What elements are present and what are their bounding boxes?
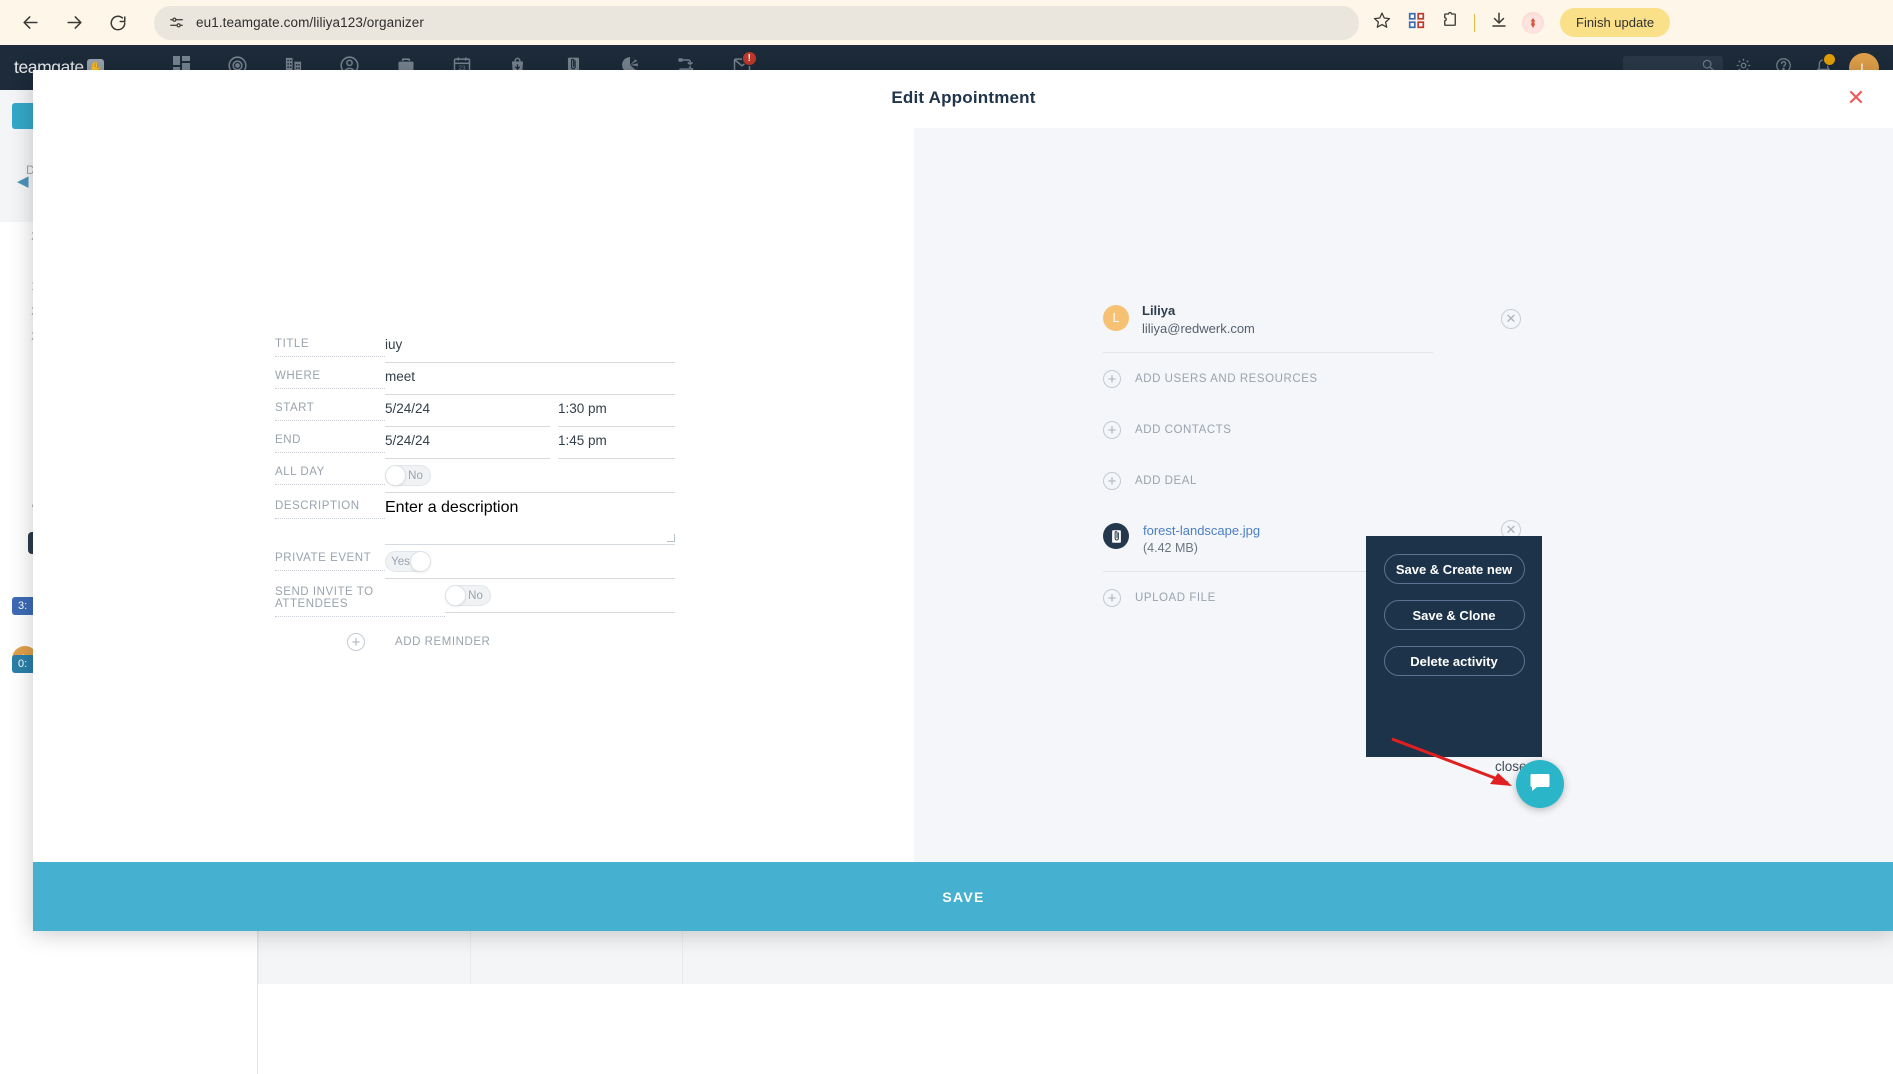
where-label: WHERE — [275, 363, 385, 389]
attendee-row: L Liliya liliya@redwerk.com ✕ — [1103, 303, 1521, 352]
extensions-button[interactable] — [1433, 6, 1467, 40]
field-row-private-event: PRIVATE EVENT Yes — [275, 545, 675, 579]
toggle-knob — [445, 585, 466, 606]
attendee-email: liliya@redwerk.com — [1142, 321, 1255, 336]
download-icon — [1490, 11, 1508, 34]
forward-arrow-icon — [65, 13, 84, 32]
where-value: meet — [385, 369, 416, 384]
add-users-and-resources-button[interactable]: + ADD USERS AND RESOURCES — [1103, 353, 1433, 404]
where-input[interactable]: meet — [385, 363, 675, 395]
add-deal-label: ADD DEAL — [1135, 475, 1197, 487]
plus-circle-icon: + — [1103, 421, 1121, 439]
title-input[interactable]: iuy — [385, 331, 675, 363]
all-day-label: ALL DAY — [275, 459, 385, 485]
private-event-label: PRIVATE EVENT — [275, 545, 385, 571]
field-row-send-invite: SEND INVITE TO ATTENDEES No — [275, 579, 675, 617]
save-and-clone-button[interactable]: Save & Clone — [1383, 600, 1525, 630]
downloads-button[interactable] — [1482, 6, 1516, 40]
add-deal-button[interactable]: + ADD DEAL — [1103, 455, 1433, 506]
upload-file-label: UPLOAD FILE — [1135, 592, 1216, 604]
end-label: END — [275, 427, 385, 453]
start-time-input[interactable]: 1:30 pm — [558, 395, 675, 427]
description-textarea[interactable]: Enter a description — [385, 493, 675, 545]
resize-handle-icon[interactable] — [667, 534, 675, 542]
send-invite-label: SEND INVITE TO ATTENDEES — [275, 579, 445, 617]
modal-body: TITLE iuy WHERE meet START 5/24/24 1:30 — [33, 128, 1893, 862]
add-users-label: ADD USERS AND RESOURCES — [1135, 373, 1318, 385]
add-contacts-label: ADD CONTACTS — [1135, 424, 1232, 436]
field-row-description: DESCRIPTION Enter a description — [275, 493, 675, 545]
start-date-input[interactable]: 5/24/24 — [385, 395, 550, 427]
end-date-input[interactable]: 5/24/24 — [385, 427, 550, 459]
toggle-knob — [385, 465, 406, 486]
background-prev-icon[interactable]: ◀ — [17, 172, 29, 190]
reload-button[interactable] — [100, 5, 136, 41]
close-icon[interactable]: ✕ — [1844, 87, 1868, 111]
modal-header: Edit Appointment ✕ — [33, 70, 1893, 128]
notification-badge — [1823, 53, 1836, 66]
file-attachment-icon — [1103, 523, 1129, 549]
qr-code-icon — [1408, 12, 1425, 34]
attachment-name[interactable]: forest-landscape.jpg — [1143, 523, 1260, 538]
toggle-knob — [410, 551, 431, 572]
plus-circle-icon: + — [347, 633, 365, 651]
reload-icon — [109, 14, 127, 32]
all-day-toggle[interactable]: No — [385, 465, 431, 486]
field-row-end: END 5/24/24 1:45 pm — [275, 427, 675, 459]
plus-circle-icon: + — [1103, 370, 1121, 388]
profile-button[interactable] — [1516, 6, 1550, 40]
avatar: L — [1103, 305, 1129, 331]
plus-circle-icon: + — [1103, 472, 1121, 490]
delete-activity-button[interactable]: Delete activity — [1383, 646, 1525, 676]
save-and-create-new-button[interactable]: Save & Create new — [1383, 554, 1525, 584]
address-bar[interactable]: eu1.teamgate.com/liliya123/organizer — [154, 5, 1359, 40]
back-button[interactable] — [12, 5, 48, 41]
title-label: TITLE — [275, 331, 385, 357]
attendee-name: Liliya — [1142, 303, 1176, 318]
add-reminder-label: ADD REMINDER — [395, 636, 491, 648]
edit-appointment-modal: Edit Appointment ✕ TITLE iuy WHERE meet — [33, 70, 1893, 931]
inbox-badge: ! — [741, 51, 757, 66]
description-placeholder: Enter a description — [385, 499, 519, 516]
end-time-input[interactable]: 1:45 pm — [558, 427, 675, 459]
appointment-form-panel: TITLE iuy WHERE meet START 5/24/24 1:30 — [33, 128, 914, 862]
forward-button[interactable] — [56, 5, 92, 41]
save-label: SAVE — [942, 888, 985, 905]
star-icon — [1373, 11, 1391, 34]
profile-avatar-icon — [1522, 11, 1544, 34]
start-label: START — [275, 395, 385, 421]
site-settings-icon[interactable] — [168, 14, 185, 31]
attachment-size: (4.42 MB) — [1143, 541, 1198, 555]
back-arrow-icon — [21, 13, 40, 32]
url-text: eu1.teamgate.com/liliya123/organizer — [196, 15, 424, 30]
bookmark-button[interactable] — [1365, 6, 1399, 40]
plus-circle-icon: + — [1103, 589, 1121, 607]
appointment-form: TITLE iuy WHERE meet START 5/24/24 1:30 — [275, 331, 675, 651]
field-row-start: START 5/24/24 1:30 pm — [275, 395, 675, 427]
toolbar-divider — [1474, 13, 1475, 32]
field-row-where: WHERE meet — [275, 363, 675, 395]
title-value: iuy — [385, 337, 403, 352]
browser-actions: Finish update — [1365, 6, 1682, 40]
qr-code-button[interactable] — [1399, 6, 1433, 40]
send-invite-toggle[interactable]: No — [445, 585, 491, 606]
private-event-toggle[interactable]: Yes — [385, 551, 431, 572]
description-label: DESCRIPTION — [275, 493, 385, 519]
save-button[interactable]: SAVE — [33, 862, 1893, 931]
browser-toolbar: eu1.teamgate.com/liliya123/organizer Fin… — [0, 0, 1893, 45]
chat-bubble-icon — [1528, 770, 1552, 799]
field-row-title: TITLE iuy — [275, 331, 675, 363]
finish-update-button[interactable]: Finish update — [1560, 8, 1671, 37]
add-contacts-button[interactable]: + ADD CONTACTS — [1103, 404, 1433, 455]
puzzle-icon — [1441, 11, 1459, 34]
chat-widget-button[interactable] — [1516, 760, 1564, 808]
secondary-actions-panel: Save & Create new Save & Clone Delete ac… — [1366, 536, 1542, 757]
modal-title: Edit Appointment — [891, 88, 1036, 107]
remove-circle-icon[interactable]: ✕ — [1501, 309, 1521, 329]
field-row-all-day: ALL DAY No — [275, 459, 675, 493]
add-reminder-button[interactable]: + ADD REMINDER — [275, 633, 675, 651]
